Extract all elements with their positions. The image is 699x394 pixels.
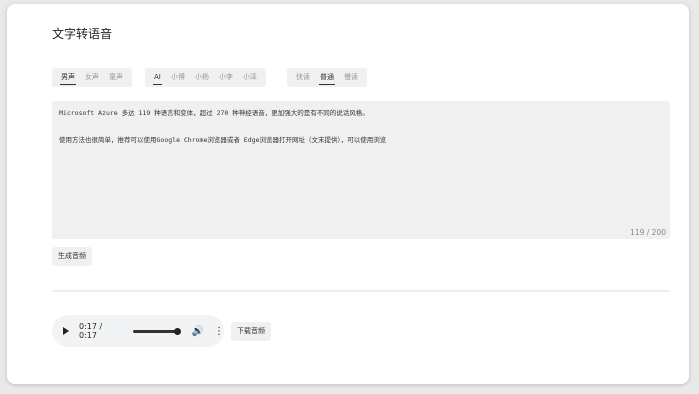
option-voice-xiaoze[interactable]: 小泽 (238, 68, 262, 87)
divider (52, 290, 670, 292)
option-speed-slow[interactable]: 慢读 (339, 68, 363, 87)
option-speed-fast[interactable]: 快读 (291, 68, 315, 87)
page-title: 文字转语音 (52, 27, 113, 41)
option-child[interactable]: 童声 (104, 68, 128, 87)
text-input[interactable]: Microsoft Azure 多达 119 种语言和变体，超过 270 种神经… (52, 101, 670, 239)
option-male[interactable]: 男声 (56, 68, 80, 87)
audio-player: 0:17 / 0:17 🔊 ⋮ (52, 315, 224, 347)
audio-seek-bar[interactable] (132, 327, 181, 335)
download-audio-button[interactable]: 下载音频 (231, 322, 271, 341)
generate-audio-button[interactable]: 生成音频 (52, 247, 92, 266)
option-female[interactable]: 女声 (80, 68, 104, 87)
input-text[interactable]: Microsoft Azure 多达 119 种语言和变体，超过 270 种神经… (59, 107, 659, 148)
more-options-icon[interactable]: ⋮ (214, 326, 224, 337)
play-icon[interactable] (63, 327, 69, 335)
voice-selector: AI 小博 小杨 小李 小泽 (145, 68, 266, 87)
option-voice-xiaoyang[interactable]: 小杨 (190, 68, 214, 87)
gender-selector: 男声 女声 童声 (52, 68, 132, 87)
volume-icon[interactable]: 🔊 (192, 326, 204, 337)
option-speed-normal[interactable]: 普通 (315, 68, 339, 87)
audio-time: 0:17 / 0:17 (79, 322, 103, 340)
option-voice-ai[interactable]: AI (149, 68, 166, 87)
option-voice-xiaoli[interactable]: 小李 (214, 68, 238, 87)
option-voice-xiaobo[interactable]: 小博 (166, 68, 190, 87)
char-counter: 119 / 200 (630, 228, 666, 237)
speed-selector: 快读 普通 慢读 (287, 68, 367, 87)
